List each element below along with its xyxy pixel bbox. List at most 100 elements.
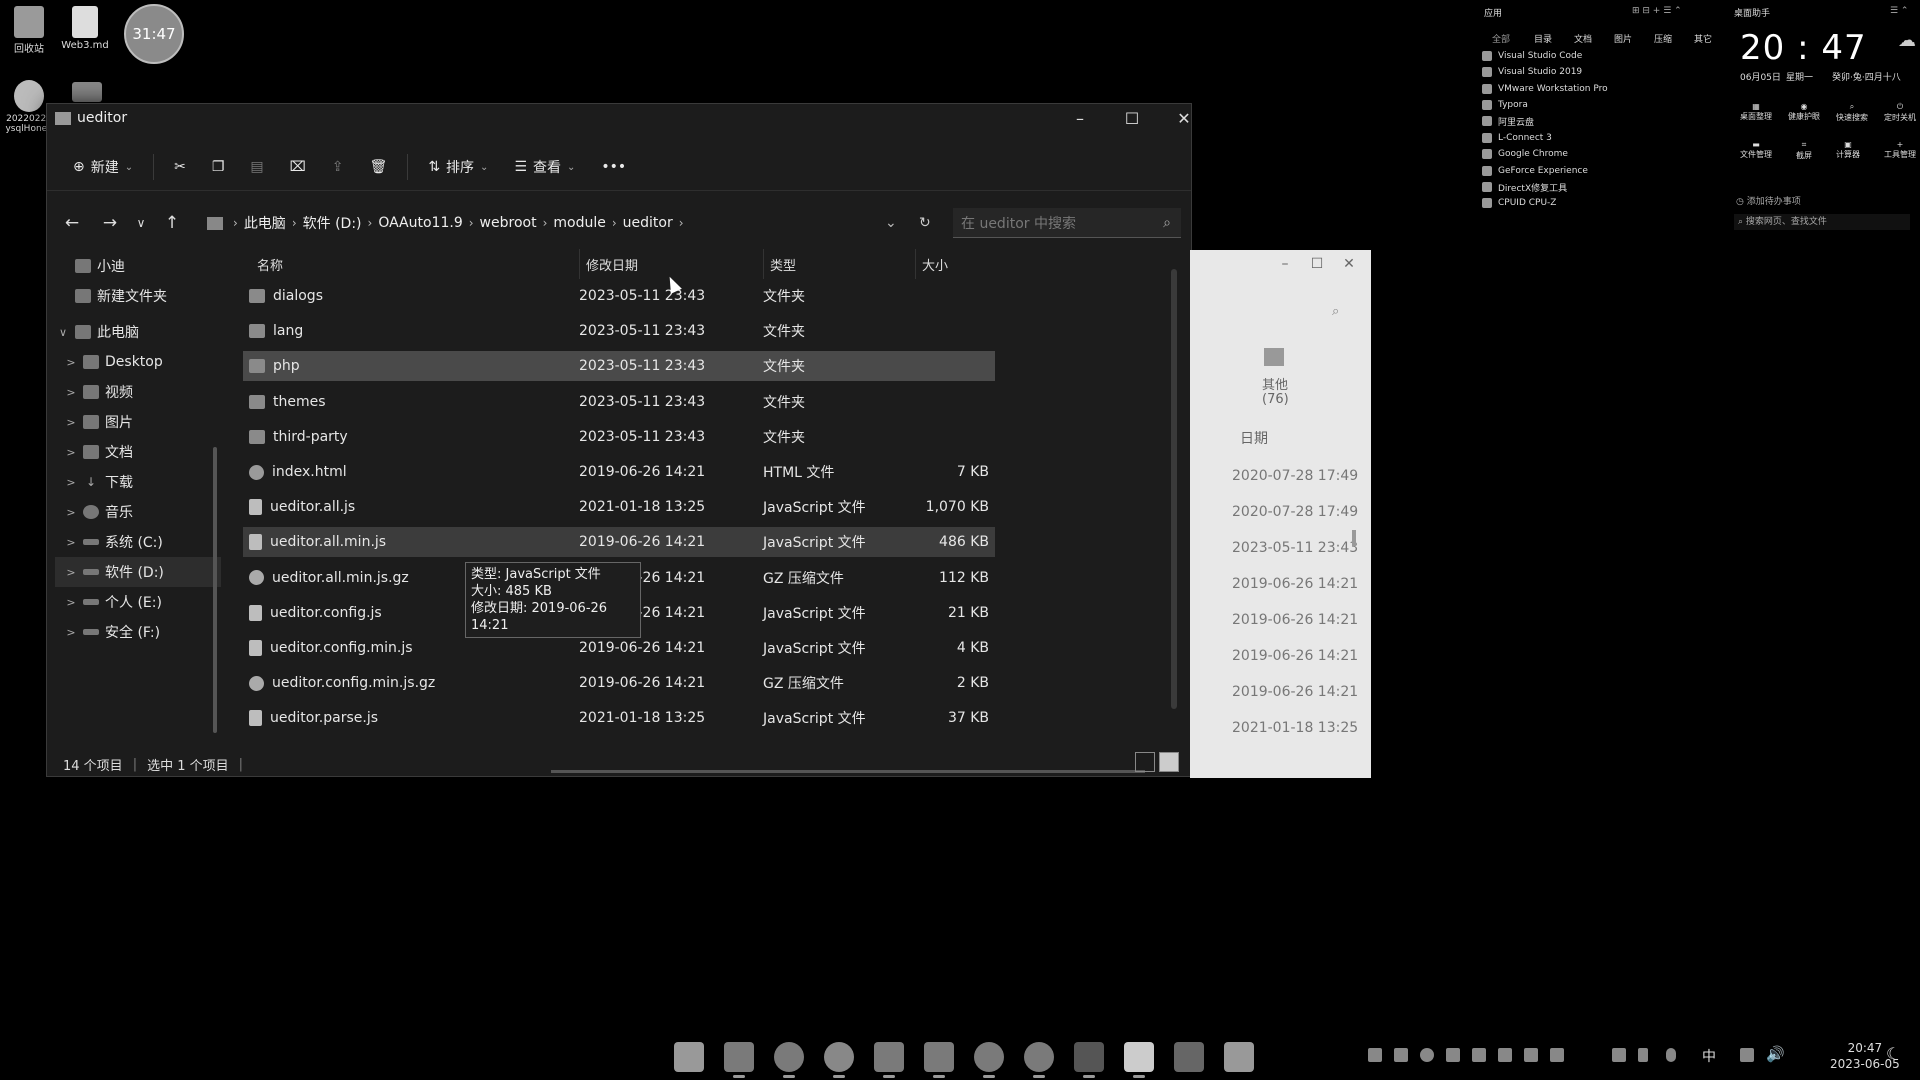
chevron-right-icon[interactable]: > (63, 356, 79, 369)
breadcrumb-item[interactable]: 此电脑 (244, 213, 286, 233)
minimize-button[interactable]: – (1274, 256, 1296, 276)
back-button[interactable]: ← (53, 207, 91, 239)
address-history-chevron-icon[interactable]: ⌄ (885, 215, 897, 231)
chevron-right-icon[interactable]: > (63, 626, 79, 639)
app-icon[interactable] (1074, 1042, 1104, 1078)
sidebar-item-drive-d[interactable]: > 软件 (D:) (55, 557, 221, 587)
tray-icon[interactable] (1420, 1048, 1434, 1062)
sidebar-item-pictures[interactable]: > 图片 (63, 407, 133, 437)
file-row[interactable]: ueditor.all.min.js 2019-06-26 14:21 JavaSc… (243, 527, 995, 558)
app-item[interactable]: VMware Workstation Pro (1482, 81, 1608, 97)
tool-screenshot[interactable]: ⌗ 截屏 (1796, 140, 1812, 161)
menu-icon[interactable]: ☰ ⌃ (1890, 6, 1908, 16)
chevron-right-icon[interactable]: > (63, 416, 79, 429)
app-item[interactable]: Visual Studio 2019 (1482, 64, 1582, 80)
tray-icon[interactable] (1498, 1048, 1512, 1062)
sidebar-item-new-folder[interactable]: 新建文件夹 (71, 281, 167, 311)
sidebar-item-this-pc[interactable]: ∨ 此电脑 (55, 317, 139, 347)
start-button[interactable] (674, 1042, 704, 1072)
minimize-button[interactable]: – (1055, 104, 1105, 132)
chevron-right-icon[interactable]: > (63, 476, 79, 489)
paste-button[interactable]: ▤ (240, 150, 273, 184)
tray-copy-icon[interactable] (1612, 1048, 1626, 1062)
tab-directory[interactable]: 目录 (1534, 32, 1552, 45)
chevron-right-icon[interactable]: > (63, 566, 79, 579)
sort-button[interactable]: ⇅ 排序 ⌄ (418, 150, 498, 184)
more-button[interactable]: ••• (591, 150, 636, 184)
close-button[interactable]: ✕ (1338, 256, 1360, 276)
app-icon[interactable] (1024, 1042, 1054, 1078)
chevron-right-icon[interactable]: > (63, 596, 79, 609)
maximize-button[interactable]: ☐ (1306, 256, 1328, 276)
column-header-date[interactable]: 修改日期 (579, 249, 638, 279)
sidebar-item-drive-e[interactable]: > 个人 (E:) (63, 587, 162, 617)
tool-manager[interactable]: + 工具管理 (1884, 140, 1916, 161)
tab-all[interactable]: 全部 (1492, 32, 1510, 45)
tool-eye-care[interactable]: ◉ 健康护眼 (1788, 102, 1820, 123)
file-row[interactable]: ueditor.parse.js 2021-01-18 13:25 JavaScri… (243, 703, 995, 733)
column-header-name[interactable]: 名称 (257, 249, 283, 279)
recent-locations-button[interactable]: ∨ (129, 207, 153, 239)
rename-button[interactable]: ⌧ (280, 150, 316, 184)
tab-archives[interactable]: 压缩 (1654, 32, 1672, 45)
microphone-icon[interactable] (1666, 1048, 1676, 1062)
file-explorer-taskbar-icon[interactable] (724, 1042, 754, 1078)
tray-monitor-icon[interactable] (1524, 1048, 1538, 1062)
sidebar-item-drive-f[interactable]: > 安全 (F:) (63, 617, 160, 647)
tray-icon[interactable] (1368, 1048, 1382, 1062)
tray-cloud-icon[interactable] (1394, 1048, 1408, 1062)
tool-shutdown-timer[interactable]: ⏻ 定时关机 (1884, 102, 1916, 123)
sidebar-item-desktop[interactable]: > Desktop (63, 347, 162, 377)
sidebar-item-videos[interactable]: > 视频 (63, 377, 133, 407)
tab-documents[interactable]: 文档 (1574, 32, 1592, 45)
copy-button[interactable]: ❐ (202, 150, 235, 184)
app-item[interactable]: CPUID CPU-Z (1482, 195, 1556, 211)
tray-icon[interactable] (1550, 1048, 1564, 1062)
sidebar-item-xiaodi[interactable]: 小迪 (71, 251, 125, 281)
app-item[interactable]: GeForce Experience (1482, 163, 1588, 179)
tab-images[interactable]: 图片 (1614, 32, 1632, 45)
edge-browser-icon[interactable] (774, 1042, 804, 1078)
file-row[interactable]: index.html 2019-06-26 14:21 HTML 文件 7 KB (243, 457, 995, 487)
app-icon[interactable] (874, 1042, 904, 1078)
app-icon[interactable] (1124, 1042, 1154, 1078)
maximize-button[interactable]: ☐ (1107, 104, 1157, 132)
app-item[interactable]: Google Chrome (1482, 146, 1568, 162)
file-list-scrollbar[interactable] (1171, 269, 1177, 709)
up-button[interactable]: ↑ (153, 207, 191, 239)
network-icon[interactable] (1740, 1048, 1754, 1062)
sidebar-item-documents[interactable]: > 文档 (63, 437, 133, 467)
sidebar-item-music[interactable]: > 音乐 (63, 497, 133, 527)
app-icon[interactable] (974, 1042, 1004, 1078)
tool-quick-search[interactable]: ⌕ 快速搜索 (1836, 102, 1868, 123)
file-row[interactable]: dialogs 2023-05-11 23:43 文件夹 (243, 281, 995, 311)
scrollbar[interactable] (1352, 530, 1356, 546)
chevron-right-icon[interactable]: > (63, 386, 79, 399)
panel-controls-icon[interactable]: ⊞ ⊟ + ☰ ⌃ (1632, 6, 1682, 16)
file-row[interactable]: themes 2023-05-11 23:43 文件夹 (243, 387, 995, 417)
new-button[interactable]: ⊕ 新建 ⌄ (63, 150, 143, 184)
app-icon[interactable] (1224, 1042, 1254, 1072)
app-item[interactable]: Visual Studio Code (1482, 48, 1582, 64)
address-bar[interactable]: › 此电脑 › 软件 (D:) › OAAuto11.9 › webroot ›… (207, 208, 943, 238)
desktop-icon-folder[interactable] (58, 82, 116, 104)
app-icon[interactable] (1174, 1042, 1204, 1072)
share-button[interactable]: ⇪ (322, 150, 354, 184)
forward-button[interactable]: → (91, 207, 129, 239)
cut-button[interactable]: ✂ (164, 150, 196, 184)
file-row[interactable]: ueditor.all.js 2021-01-18 13:25 JavaScript… (243, 492, 995, 522)
tool-file-manager[interactable]: ▬ 文件管理 (1740, 140, 1772, 161)
breadcrumb-item[interactable]: 软件 (D:) (303, 213, 362, 233)
notification-moon-icon[interactable]: ☾ (1886, 1044, 1900, 1063)
app-icon[interactable] (924, 1042, 954, 1078)
view-button[interactable]: ☰ 查看 ⌄ (504, 150, 585, 184)
tray-icon[interactable] (1472, 1048, 1486, 1062)
sidebar-item-drive-c[interactable]: > 系统 (C:) (63, 527, 162, 557)
volume-icon[interactable]: 🔊 (1766, 1045, 1785, 1063)
ime-indicator[interactable]: 中 (1702, 1046, 1716, 1066)
chevron-right-icon[interactable]: > (63, 536, 79, 549)
breadcrumb-item[interactable]: module (553, 215, 605, 231)
tab-other[interactable]: 其它 (1694, 32, 1712, 45)
add-todo-button[interactable]: ◷ 添加待办事项 (1736, 194, 1801, 207)
tiles-view-button[interactable] (1159, 752, 1179, 772)
